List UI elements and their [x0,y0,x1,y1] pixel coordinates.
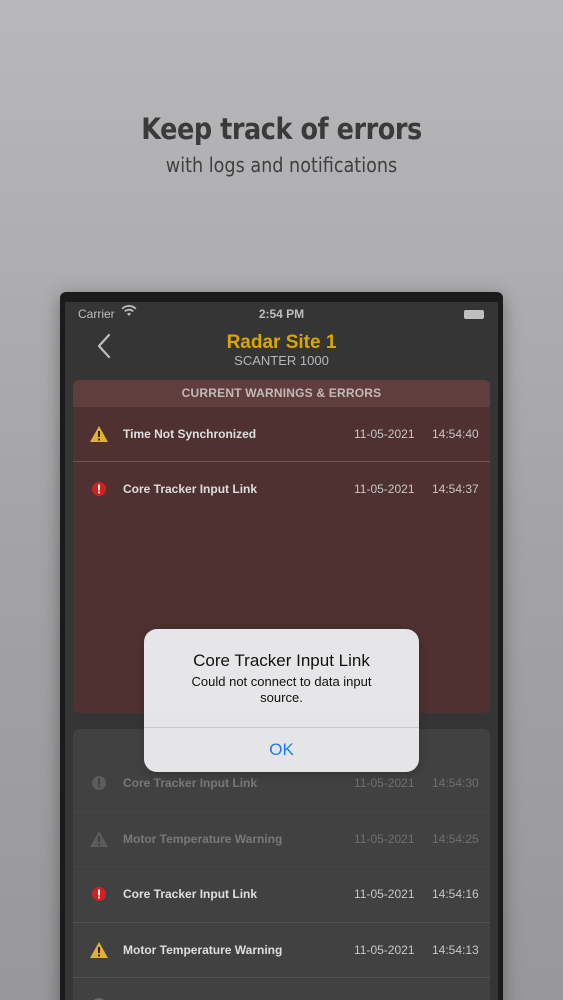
alert-title: Core Tracker Input Link [193,651,370,670]
promo-subtitle: with logs and notifications [165,153,398,177]
promo-title: Keep track of errors [141,112,422,146]
alert-message: Could not connect to data input source. [191,674,372,705]
alert-dialog: Core Tracker Input Link Could not connec… [144,629,419,772]
ok-button[interactable]: OK [144,728,419,772]
